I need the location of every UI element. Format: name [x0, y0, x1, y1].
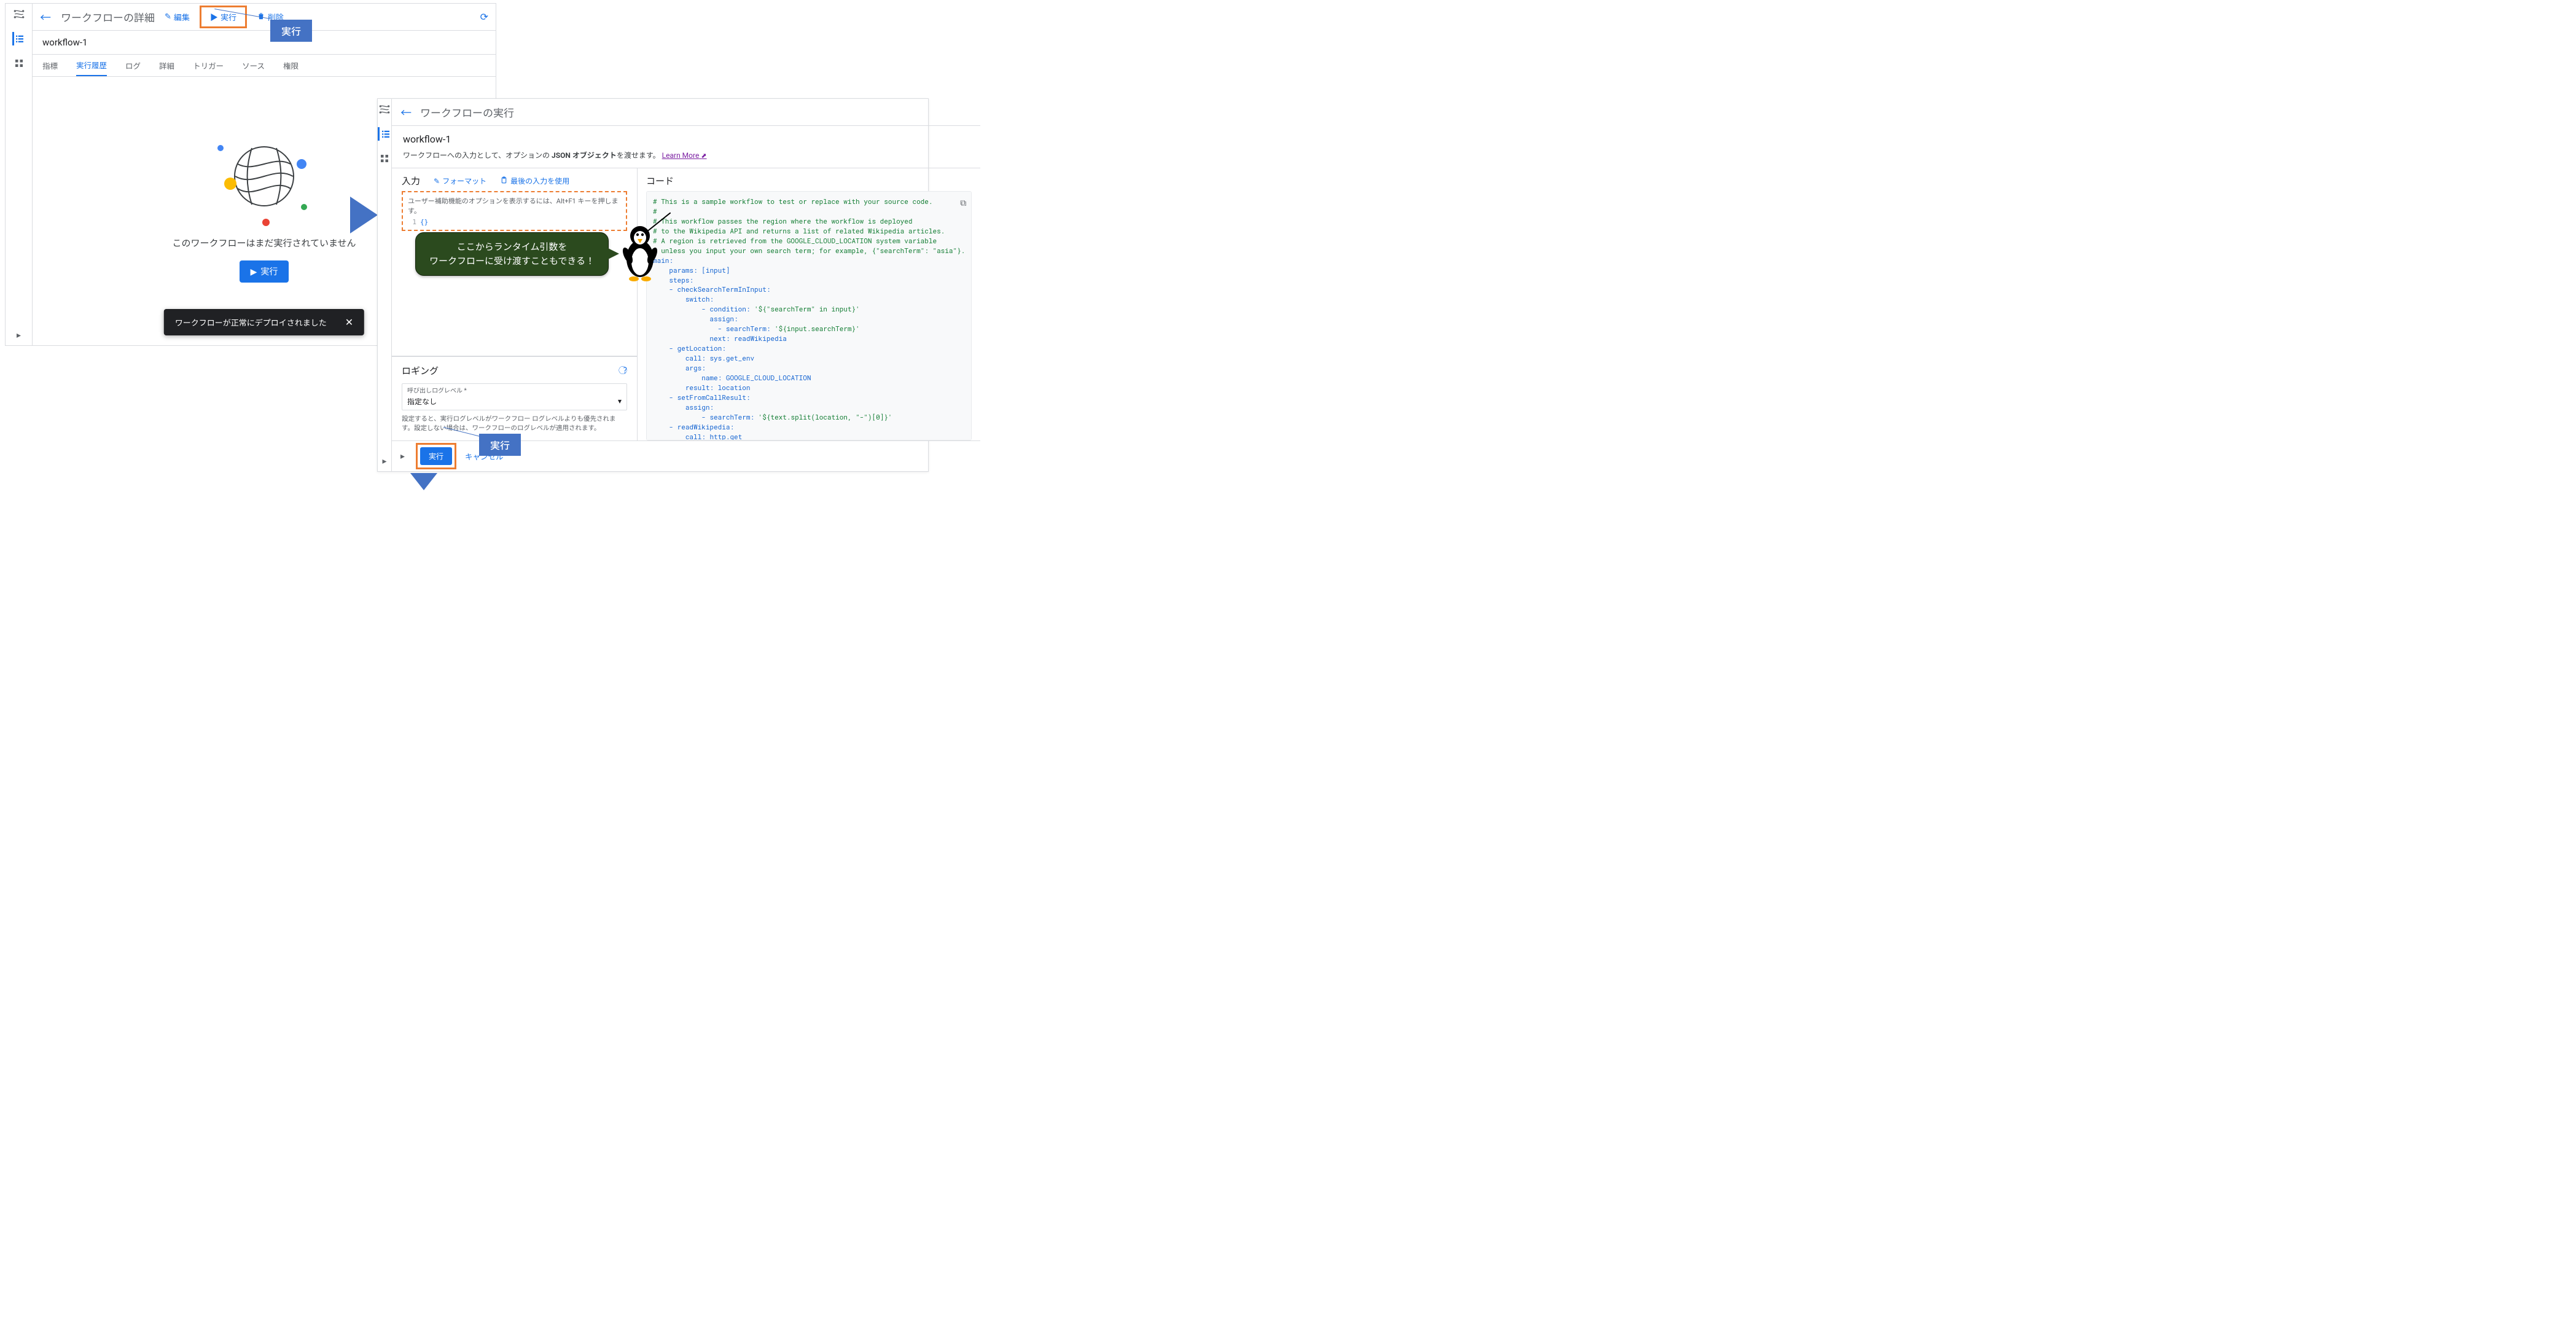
format-button[interactable]: ✎ フォーマット [434, 176, 486, 186]
code-heading: コード [646, 174, 674, 187]
pencil-icon: ✎ [165, 12, 171, 22]
workflow-name: workflow-1 [33, 31, 496, 55]
tab-permissions[interactable]: 権限 [283, 55, 299, 76]
expand-footer-icon[interactable]: ▸ [400, 452, 405, 461]
snackbar-text: ワークフローが正常にデプロイされました [175, 316, 327, 328]
format-label: フォーマット [442, 176, 486, 186]
close-icon[interactable]: ✕ [345, 316, 353, 328]
workflow-header: workflow-1 ワークフローへの入力として、オプションの JSON オブジ… [392, 126, 980, 168]
desc-bold: JSON オブジェクト [552, 151, 617, 160]
select-value: 指定なし [407, 396, 437, 407]
empty-text: このワークフローはまだ実行されていません [172, 237, 356, 249]
code-comment: # This is a sample workflow to test or r… [653, 197, 932, 206]
tab-logs[interactable]: ログ [125, 55, 141, 76]
rail-grid-icon[interactable] [12, 57, 26, 70]
code-comment: # to the Wikipedia API and returns a lis… [653, 226, 945, 235]
learn-more-text: Learn More [662, 151, 700, 160]
edit-button[interactable]: ✎ 編集 [165, 11, 190, 23]
desc-suffix: を渡せます。 [617, 151, 660, 160]
learn-more-link[interactable]: Learn More ⬈ [662, 151, 707, 160]
refresh-icon[interactable]: ⟳ [480, 11, 488, 23]
execute-highlight-box: 実行 [416, 443, 456, 469]
tab-details[interactable]: 詳細 [159, 55, 174, 76]
workflow-description: ワークフローへの入力として、オプションの JSON オブジェクトを渡せます。 L… [403, 150, 969, 160]
callout-run-bottom: 実行 [479, 434, 521, 456]
workflow-name: workflow-1 [403, 133, 969, 145]
edit-label: 編集 [174, 11, 190, 23]
code-comment: # This workflow passes the region where … [653, 216, 912, 225]
external-link-icon: ⬈ [701, 152, 706, 160]
log-level-select[interactable]: 呼び出しログレベル * 指定なし ▾ [402, 383, 627, 410]
expand-rail-icon[interactable]: ▸ [382, 456, 386, 466]
empty-illustration [212, 139, 316, 225]
json-input-editor[interactable]: 1 {} [408, 218, 621, 226]
select-label: 呼び出しログレベル * [407, 385, 622, 394]
rail-list-icon[interactable] [12, 32, 26, 45]
logging-section: ロギング ?⃝ 呼び出しログレベル * 指定なし ▾ 設定すると、実行ログレベル… [392, 356, 637, 441]
line-number: 1 [408, 218, 420, 226]
rail-list-icon[interactable] [378, 127, 391, 141]
editor-hint: ユーザー補助機能のオプションを表示するには、Alt+F1 キーを押します。 [408, 196, 621, 216]
code-comment: # A region is retrieved from the GOOGLE_… [653, 236, 937, 245]
empty-run-button[interactable]: ▶ 実行 [240, 260, 289, 283]
page-title: ワークフローの実行 [420, 104, 514, 120]
workflows-logo-icon[interactable] [378, 103, 391, 116]
code-comment: # unless you input your own search term;… [653, 246, 965, 255]
chevron-down-icon: ▾ [618, 397, 622, 405]
code-viewer[interactable]: ⧉ # This is a sample workflow to test or … [646, 191, 972, 440]
help-icon[interactable]: ?⃝ [623, 364, 627, 377]
use-last-label: 最後の入力を使用 [510, 176, 569, 186]
left-rail: ▸ [378, 99, 392, 471]
clipboard-icon [500, 176, 508, 186]
back-arrow-icon[interactable]: ← [40, 9, 51, 25]
input-editor-hint-box: ユーザー補助機能のオプションを表示するには、Alt+F1 キーを押します。 1 … [402, 191, 627, 231]
play-icon: ▶ [251, 267, 257, 277]
code-section: コード ⧉ # This is a sample workflow to test… [638, 168, 980, 440]
execute-toolbar: ← ワークフローの実行 [392, 99, 980, 126]
tab-metrics[interactable]: 指標 [42, 55, 58, 76]
flow-arrow-down [410, 473, 437, 490]
run-button-label: 実行 [260, 265, 278, 278]
workflows-logo-icon[interactable] [12, 7, 26, 21]
detail-tabs: 指標 実行履歴 ログ 詳細 トリガー ソース 権限 [33, 55, 496, 77]
tab-source[interactable]: ソース [242, 55, 265, 76]
page-title: ワークフローの詳細 [61, 9, 155, 25]
callout-run-top: 実行 [270, 20, 312, 42]
json-content: {} [420, 218, 428, 226]
tab-triggers[interactable]: トリガー [193, 55, 224, 76]
flow-arrow-right [350, 197, 378, 233]
pencil-icon: ✎ [434, 177, 440, 186]
speech-line2: ワークフローに受け渡すこともできる！ [429, 256, 595, 267]
speech-line1: ここからランタイム引数を [457, 241, 568, 252]
back-arrow-icon[interactable]: ← [400, 104, 412, 120]
penguin-mascot [615, 213, 671, 289]
copy-icon[interactable]: ⧉ [960, 197, 966, 209]
rail-grid-icon[interactable] [378, 152, 391, 165]
execute-button[interactable]: 実行 [420, 447, 452, 465]
desc-prefix: ワークフローへの入力として、オプションの [403, 151, 552, 160]
logging-help-text: 設定すると、実行ログレベルがワークフロー ログレベルよりも優先されます。設定しな… [402, 414, 627, 434]
use-last-input-button[interactable]: 最後の入力を使用 [500, 176, 569, 186]
input-heading: 入力 [402, 174, 420, 187]
expand-rail-icon[interactable]: ▸ [17, 331, 21, 340]
speech-bubble: ここからランタイム引数を ワークフローに受け渡すこともできる！ [415, 232, 609, 276]
left-rail: ▸ [6, 4, 33, 345]
deploy-snackbar: ワークフローが正常にデプロイされました ✕ [164, 309, 364, 335]
logging-heading: ロギング [402, 364, 439, 377]
tab-history[interactable]: 実行履歴 [76, 55, 107, 76]
